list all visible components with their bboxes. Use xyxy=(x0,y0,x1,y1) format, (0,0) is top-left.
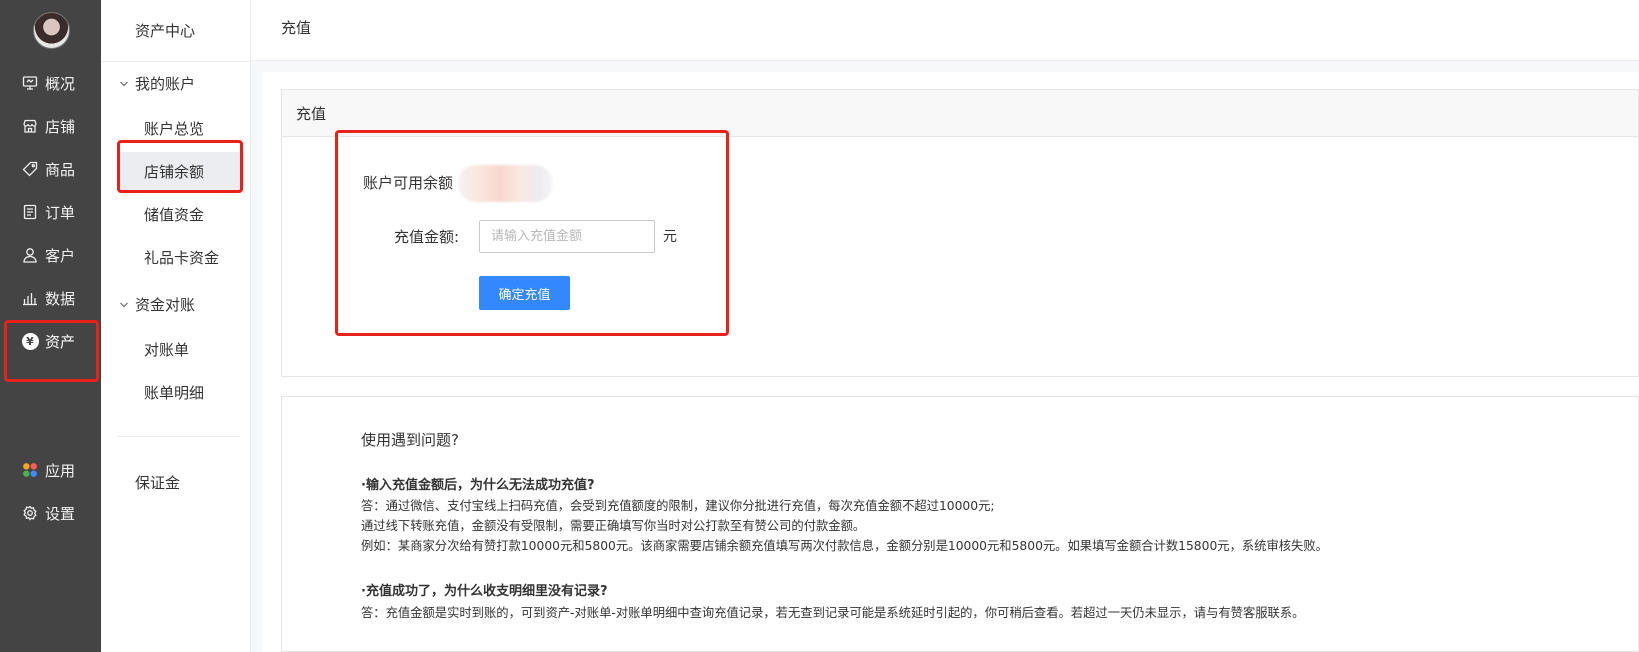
submenu-item-bill-details[interactable]: 账单明细 xyxy=(118,373,244,411)
faq-answer: 答：充值金额是实时到账的，可到资产-对账单-对账单明细中查询充值记录，若无查到记… xyxy=(361,606,1305,620)
bar-chart-icon xyxy=(21,289,39,307)
nav-item-customers[interactable]: 客户 xyxy=(0,233,101,277)
submenu-title: 资产中心 xyxy=(135,22,196,40)
submenu-item-label: 店铺余额 xyxy=(144,162,205,181)
yen-glyph: ¥ xyxy=(21,332,39,350)
submenu-item-gift-card[interactable]: 礼品卡资金 xyxy=(118,238,244,276)
nav-item-label: 订单 xyxy=(45,203,76,222)
faq-answer: 答：通过微信、支付宝线上扫码充值，会受到充值额度的限制，建议你分批进行充值，每次… xyxy=(361,499,995,513)
chevron-down-icon xyxy=(120,302,128,307)
nav-item-assets[interactable]: ¥ 资产 xyxy=(0,319,101,363)
chevron-down-icon xyxy=(120,81,128,86)
balance-value-blurred xyxy=(458,165,553,202)
faq-question: ·充值成功了，为什么收支明细里没有记录? xyxy=(361,584,608,599)
faq-answer: 例如：某商家分次给有赞打款10000元和5800元。该商家需要店铺余额充值填写两… xyxy=(361,539,1328,553)
group-label: 我的账户 xyxy=(135,75,196,93)
user-icon xyxy=(21,246,39,264)
gear-icon xyxy=(21,504,39,522)
asset-submenu: 资产中心 我的账户 账户总览 店铺余额 储值资金 礼品卡资金 资金对账 对账单 … xyxy=(101,0,251,652)
nav-item-orders[interactable]: 订单 xyxy=(0,190,101,234)
nav-item-store[interactable]: 店铺 xyxy=(0,104,101,148)
group-reconciliation[interactable]: 资金对账 xyxy=(119,294,195,315)
page-header: 充值 xyxy=(251,0,1639,61)
submenu-item-label: 保证金 xyxy=(135,474,181,492)
tag-icon xyxy=(21,160,39,178)
amount-label: 充值金额: xyxy=(394,228,460,246)
submenu-item-label: 对账单 xyxy=(144,340,190,359)
faq-answer: 通过线下转账充值，金额没有受限制，需要正确填写你当时对公打款至有赞公司的付款金额… xyxy=(361,519,866,533)
faq-title: 使用遇到问题? xyxy=(361,431,459,449)
avatar[interactable] xyxy=(33,12,70,49)
submenu-item-statement[interactable]: 对账单 xyxy=(118,330,244,368)
main-nav: 概况 店铺 商品 订单 客户 数据 ¥ 资产 应用 设置 xyxy=(0,0,101,652)
divider xyxy=(118,436,240,437)
nav-item-apps[interactable]: 应用 xyxy=(0,448,101,492)
store-icon xyxy=(21,117,39,135)
nav-item-goods[interactable]: 商品 xyxy=(0,147,101,191)
nav-item-label: 设置 xyxy=(45,504,76,523)
card-title: 充值 xyxy=(282,90,1638,137)
nav-item-settings[interactable]: 设置 xyxy=(0,491,101,535)
nav-item-label: 商品 xyxy=(45,160,76,179)
group-my-account[interactable]: 我的账户 xyxy=(119,73,195,94)
nav-item-label: 资产 xyxy=(45,332,76,351)
confirm-recharge-button[interactable]: 确定充值 xyxy=(479,276,570,310)
submenu-item-label: 账户总览 xyxy=(144,119,205,138)
yen-icon: ¥ xyxy=(21,332,39,350)
amount-input[interactable] xyxy=(479,220,655,253)
monitor-icon xyxy=(21,74,39,92)
nav-item-label: 应用 xyxy=(45,461,76,480)
nav-item-label: 店铺 xyxy=(45,117,76,136)
nav-item-label: 数据 xyxy=(45,289,76,308)
unit-label: 元 xyxy=(663,229,677,245)
apps-icon xyxy=(21,461,39,479)
submenu-item-account-overview[interactable]: 账户总览 xyxy=(118,109,244,147)
submenu-item-label: 礼品卡资金 xyxy=(144,248,220,267)
nav-item-label: 概况 xyxy=(45,74,76,93)
submenu-item-label: 储值资金 xyxy=(144,205,205,224)
submenu-item-store-balance[interactable]: 店铺余额 xyxy=(118,152,244,190)
divider xyxy=(101,61,251,62)
submenu-item-deposit[interactable]: 保证金 xyxy=(135,472,180,493)
nav-item-label: 客户 xyxy=(45,246,76,265)
nav-item-data[interactable]: 数据 xyxy=(0,276,101,320)
balance-label: 账户可用余额 xyxy=(363,174,454,192)
breadcrumb: 充值 xyxy=(281,19,312,37)
submenu-item-label: 账单明细 xyxy=(144,383,205,402)
submenu-item-stored-value[interactable]: 储值资金 xyxy=(118,195,244,233)
group-label: 资金对账 xyxy=(135,296,196,314)
document-icon xyxy=(21,203,39,221)
nav-item-overview[interactable]: 概况 xyxy=(0,61,101,105)
faq-question: ·输入充值金额后，为什么无法成功充值? xyxy=(361,478,595,493)
